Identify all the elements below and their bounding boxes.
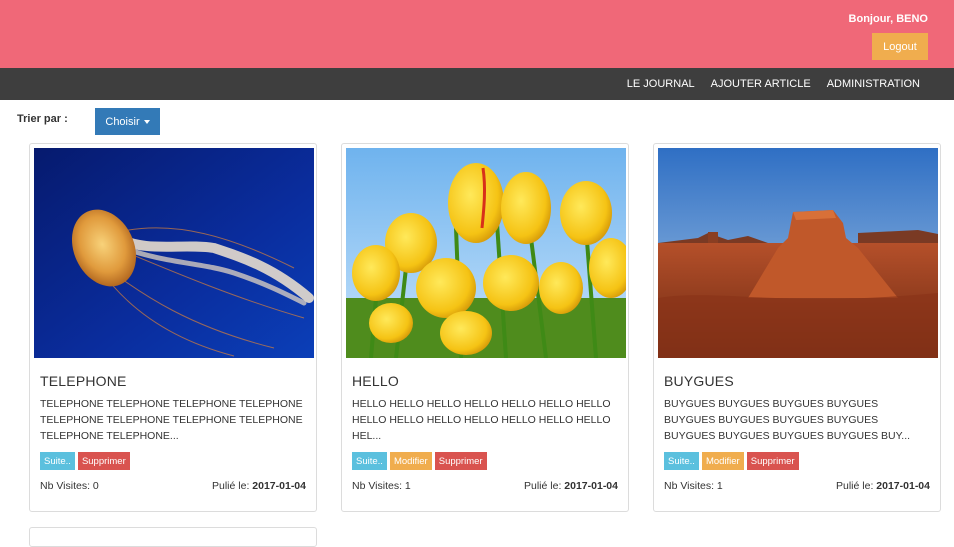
delete-button[interactable]: Supprimer	[746, 452, 799, 470]
read-more-button[interactable]: Suite..	[664, 452, 699, 470]
article-card-partial	[29, 527, 317, 547]
visit-count: Nb Visites: 1	[352, 480, 411, 492]
article-card: BUYGUES BUYGUES BUYGUES BUYGUES BUYGUES …	[653, 143, 941, 512]
article-excerpt: BUYGUES BUYGUES BUYGUES BUYGUES BUYGUES …	[664, 398, 911, 442]
edit-button[interactable]: Modifier	[389, 452, 432, 470]
article-image-jellyfish	[34, 148, 314, 358]
publish-date-value: 2017-01-04	[252, 480, 306, 492]
visit-count: Nb Visites: 1	[664, 480, 723, 492]
nav-item-journal[interactable]: LE JOURNAL	[627, 78, 695, 90]
publish-label: Pulié le:	[212, 480, 250, 492]
caret-down-icon	[143, 119, 150, 124]
delete-button[interactable]: Supprimer	[77, 452, 130, 470]
article-card: HELLO HELLO HELLO HELLO HELLO HELLO HELL…	[341, 143, 629, 512]
publish-date: Pulié le: 2017-01-04	[212, 480, 306, 492]
publish-date: Pulié le: 2017-01-04	[524, 480, 618, 492]
article-excerpt: HELLO HELLO HELLO HELLO HELLO HELLO HELL…	[352, 398, 611, 442]
edit-button[interactable]: Modifier	[701, 452, 744, 470]
logout-button[interactable]: Logout	[872, 33, 928, 60]
read-more-button[interactable]: Suite..	[352, 452, 387, 470]
article-title: BUYGUES	[664, 373, 734, 389]
main-navbar: LE JOURNAL AJOUTER ARTICLE ADMINISTRATIO…	[0, 68, 954, 100]
publish-date-value: 2017-01-04	[876, 480, 930, 492]
read-more-button[interactable]: Suite..	[40, 452, 75, 470]
article-title: HELLO	[352, 373, 399, 389]
sort-dropdown-button[interactable]: Choisir	[95, 108, 160, 135]
publish-label: Pulié le:	[524, 480, 562, 492]
article-card: TELEPHONE TELEPHONE TELEPHONE TELEPHONE …	[29, 143, 317, 512]
article-image-tulips	[346, 148, 626, 358]
delete-button[interactable]: Supprimer	[434, 452, 487, 470]
top-header: Bonjour, BENO Logout	[0, 0, 954, 68]
publish-date-value: 2017-01-04	[564, 480, 618, 492]
greeting-text: Bonjour, BENO	[848, 13, 928, 25]
article-image-desert	[658, 148, 938, 358]
article-excerpt: TELEPHONE TELEPHONE TELEPHONE TELEPHONE …	[40, 398, 303, 442]
visit-count: Nb Visites: 0	[40, 480, 99, 492]
sort-label: Trier par :	[17, 113, 68, 125]
nav-item-administration[interactable]: ADMINISTRATION	[827, 78, 920, 90]
nav-item-add-article[interactable]: AJOUTER ARTICLE	[711, 78, 811, 90]
article-title: TELEPHONE	[40, 373, 127, 389]
publish-date: Pulié le: 2017-01-04	[836, 480, 930, 492]
sort-dropdown-label: Choisir	[105, 115, 140, 128]
publish-label: Pulié le:	[836, 480, 874, 492]
